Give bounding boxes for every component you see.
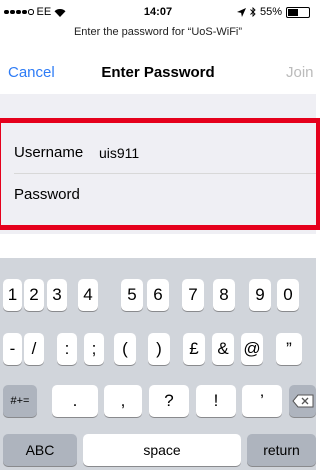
key-apostrophe[interactable]: ’ xyxy=(242,385,282,417)
key-colon[interactable]: : xyxy=(57,333,77,365)
key-7[interactable]: 7 xyxy=(182,279,204,311)
keyboard-row-numbers: 1 2 3 4 5 6 7 8 9 0 xyxy=(0,279,316,311)
keyboard: 1 2 3 4 5 6 7 8 9 0 - / : ; ( ) £ & @ ” … xyxy=(0,258,316,470)
key-quote[interactable]: ” xyxy=(276,333,302,365)
key-open-paren[interactable]: ( xyxy=(114,333,136,365)
status-bar: EE 14:07 55% xyxy=(0,0,316,24)
network-prompt: Enter the password for “UoS-WiFi” xyxy=(73,26,243,38)
key-semicolon[interactable]: ; xyxy=(84,333,104,365)
key-4[interactable]: 4 xyxy=(78,279,98,311)
delete-button[interactable] xyxy=(289,385,316,417)
keyboard-row-bottom: ABC space return xyxy=(0,434,316,466)
location-arrow-icon xyxy=(236,7,246,17)
key-0[interactable]: 0 xyxy=(277,279,299,311)
key-9[interactable]: 9 xyxy=(249,279,271,311)
backspace-icon xyxy=(291,394,313,408)
key-6[interactable]: 6 xyxy=(147,279,169,311)
key-more-symbols[interactable]: #+= xyxy=(3,385,37,417)
key-8[interactable]: 8 xyxy=(213,279,235,311)
return-button[interactable]: return xyxy=(247,434,316,466)
key-at[interactable]: @ xyxy=(241,333,263,365)
abc-button[interactable]: ABC xyxy=(3,434,77,466)
key-close-paren[interactable]: ) xyxy=(148,333,170,365)
key-5[interactable]: 5 xyxy=(121,279,143,311)
keyboard-row-punctuation: #+= . , ? ! ’ xyxy=(0,385,316,417)
bluetooth-icon xyxy=(250,7,256,17)
key-slash[interactable]: / xyxy=(24,333,44,365)
key-pound[interactable]: £ xyxy=(183,333,205,365)
page-title: Enter Password xyxy=(101,64,215,81)
space-bar[interactable]: space xyxy=(83,434,241,466)
status-right: 55% xyxy=(236,6,310,18)
highlight-box xyxy=(0,118,320,230)
key-2[interactable]: 2 xyxy=(24,279,44,311)
key-1[interactable]: 1 xyxy=(3,279,22,311)
key-exclamation[interactable]: ! xyxy=(196,385,236,417)
key-question[interactable]: ? xyxy=(149,385,189,417)
battery-percent: 55% xyxy=(259,6,282,18)
key-comma[interactable]: , xyxy=(104,385,142,417)
key-hyphen[interactable]: - xyxy=(3,333,22,365)
key-period[interactable]: . xyxy=(52,385,98,417)
key-3[interactable]: 3 xyxy=(47,279,67,311)
key-ampersand[interactable]: & xyxy=(212,333,234,365)
nav-bar: Cancel Enter Password Join xyxy=(0,52,316,88)
keyboard-row-symbols: - / : ; ( ) £ & @ ” xyxy=(0,333,316,365)
join-button[interactable]: Join xyxy=(286,64,314,81)
battery-icon xyxy=(286,6,310,18)
